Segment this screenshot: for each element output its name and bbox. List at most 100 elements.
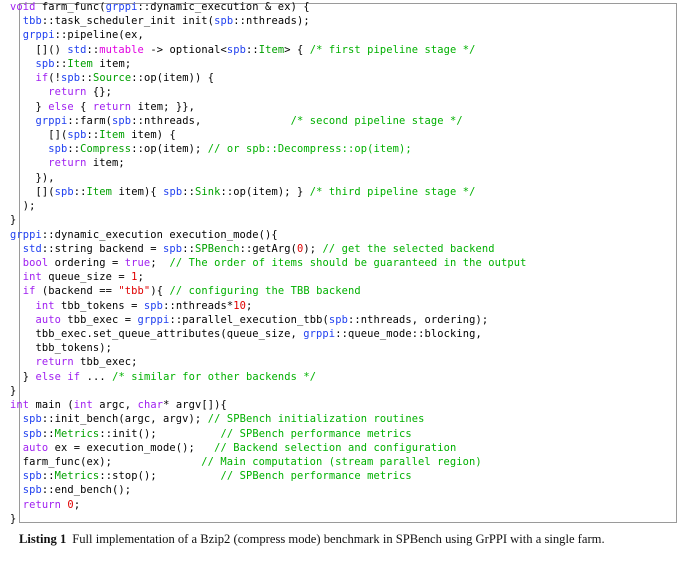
code-token-pl: * argv[]){ [163,399,227,412]
code-token-ns: spb [67,128,87,141]
code-token-ty: Item [258,43,285,56]
code-token-pl: ::stop(); [99,470,221,483]
code-line: 19 bool ordering = true; // The order of… [0,256,658,270]
code-line-content[interactable]: grppi::farm(spb::nthreads, /* second pip… [4,114,658,128]
code-token-pl: ; [245,299,253,312]
code-token-pl: :: [86,128,100,141]
code-line: 26 return tbb_exec; [0,355,658,369]
code-line-content[interactable]: if (backend == "tbb"){ // configuring th… [4,284,658,298]
code-token-pl: ){ [150,285,170,298]
code-line: 27 } else if ... /* similar for other ba… [0,370,658,384]
code-token-pl: ::nthreads, [131,114,291,127]
code-token-pl: ::pipeline(ex, [54,29,144,42]
code-token-pl: item) { [124,128,176,141]
code-line-content[interactable]: spb::Item item; [4,57,658,71]
code-line-content[interactable]: [](spb::Item item) { [4,128,658,142]
code-line: 35 spb::end_bench(); [0,483,658,497]
code-line-content[interactable]: std::string backend = spb::SPBench::getA… [4,242,658,256]
code-line-content[interactable]: bool ordering = true; // The order of it… [4,256,658,270]
code-line-content[interactable]: }), [4,171,658,185]
code-token-kw: bool [22,256,49,269]
code-token-pl: ::string backend = [41,242,164,255]
code-line-content[interactable]: } [4,213,658,227]
code-token-kw: return [22,498,62,511]
code-line-content[interactable]: tbb_exec.set_queue_attributes(queue_size… [4,327,658,341]
code-token-pl: ; [73,498,81,511]
code-line: 33 farm_func(ex); // Main computation (s… [0,455,658,469]
code-line-content[interactable]: int main (int argc, char* argv[]){ [4,398,658,412]
code-token-pl: ); [10,200,36,213]
code-token-pl: []( [10,185,55,198]
code-token-kw2: mutable [99,43,144,56]
code-listing-table[interactable]: 1void farm_func(grppi::dynamic_execution… [0,0,658,526]
code-line-content[interactable]: []() std::mutable -> optional<spb::Item>… [4,43,658,57]
code-line-content[interactable]: auto ex = execution_mode(); // Backend s… [4,441,658,455]
code-token-ns: spb [163,185,183,198]
code-line-content[interactable]: } else { return item; }}, [4,100,658,114]
code-line-content[interactable]: spb::Compress::op(item); // or spb::Deco… [4,142,658,156]
code-line-content[interactable]: grppi::dynamic_execution execution_mode(… [4,228,658,242]
code-line-content[interactable]: auto tbb_exec = grppi::parallel_executio… [4,313,658,327]
code-line-content[interactable]: } else if ... /* similar for other backe… [4,370,658,384]
code-line-content[interactable]: spb::init_bench(argc, argv); // SPBench … [4,412,658,426]
code-token-pl: ); [303,242,323,255]
code-line-content[interactable]: int tbb_tokens = spb::nthreads*10; [4,299,658,313]
code-line: 13 }), [0,171,658,185]
code-line-content[interactable]: return {}; [4,85,658,99]
code-token-ns: spb [112,114,132,127]
code-token-pl: { [73,100,93,113]
code-token-pl: } [10,370,36,383]
code-line-content[interactable]: } [4,384,658,398]
code-line: 4 []() std::mutable -> optional<spb::Ite… [0,43,658,57]
code-line-content[interactable]: return tbb_exec; [4,355,658,369]
code-line-content[interactable]: void farm_func(grppi::dynamic_execution … [4,0,658,14]
code-token-pl: tbb_exec = [61,313,138,326]
code-line: 2 tbb::task_scheduler_init init(spb::nth… [0,14,658,28]
code-line-content[interactable]: } [4,512,658,526]
code-token-pl: item; [86,157,125,170]
code-token-ty: Item [67,57,93,70]
code-line-content[interactable]: tbb::task_scheduler_init init(spb::nthre… [4,14,658,28]
code-token-ty: Compress [80,143,132,156]
code-token-pl: ::init_bench(argc, argv); [41,413,208,426]
code-line: 10 [](spb::Item item) { [0,128,658,142]
code-token-cm: // Backend selection and configuration [214,441,457,454]
code-token-pl: queue_size = [41,271,132,284]
code-line-content[interactable]: spb::Metrics::init(); // SPBench perform… [4,427,658,441]
caption-text: Full implementation of a Bzip2 (compress… [72,532,605,546]
code-token-pl: farm_func( [35,1,106,13]
code-line-content[interactable]: spb::Metrics::stop(); // SPBench perform… [4,469,658,483]
code-line-content[interactable]: farm_func(ex); // Main computation (stre… [4,455,658,469]
code-token-kw: true [124,256,151,269]
code-line-content[interactable]: grppi::pipeline(ex, [4,28,658,42]
code-token-pl: :: [54,57,68,70]
code-token-ns: grppi [10,228,42,241]
code-token-ty: Item [99,128,125,141]
code-line-content[interactable]: return item; [4,156,658,170]
code-token-ns: spb [54,185,74,198]
code-line-content[interactable]: if(!spb::Source::op(item)) { [4,71,658,85]
code-line: 34 spb::Metrics::stop(); // SPBench perf… [0,469,658,483]
code-line-content[interactable]: int queue_size = 1; [4,270,658,284]
code-token-pl: []() [10,43,68,56]
code-token-ns: spb [22,413,42,426]
code-token-kw: return [92,100,132,113]
code-token-kw: else [35,370,62,383]
code-line-content[interactable]: ); [4,199,658,213]
code-token-pl: ; [150,256,170,269]
code-token-pl: ... [80,370,113,383]
code-line-content[interactable]: spb::end_bench(); [4,483,658,497]
code-token-pl: > { [284,43,310,56]
code-line-content[interactable]: return 0; [4,498,658,512]
code-line-content[interactable]: tbb_tokens); [4,341,658,355]
code-line-content[interactable]: [](spb::Item item){ spb::Sink::op(item);… [4,185,658,199]
code-token-pl: :: [182,185,195,198]
code-token-kw: char [137,399,164,412]
